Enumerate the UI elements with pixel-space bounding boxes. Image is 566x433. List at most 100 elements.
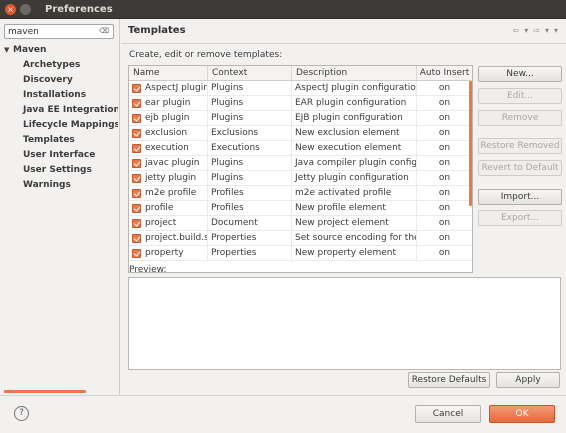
template-name: property xyxy=(145,248,184,258)
template-context: Exclusions xyxy=(208,126,292,140)
checkbox[interactable] xyxy=(132,188,141,198)
cell-name: ear plugin xyxy=(129,96,208,110)
tree-item-user-interface[interactable]: User Interface xyxy=(4,148,118,163)
tree-item-label: User Settings xyxy=(23,165,92,175)
forward-arrow-icon[interactable]: ⇨ xyxy=(533,26,540,35)
tree-item-warnings[interactable]: Warnings xyxy=(4,178,118,193)
back-menu-icon[interactable]: ▾ xyxy=(524,26,528,35)
table-scrollbar[interactable] xyxy=(469,81,472,206)
back-arrow-icon[interactable]: ⇦ xyxy=(513,26,520,35)
table-row[interactable]: javac plugin Plugins Java compiler plugin … xyxy=(129,156,472,171)
dialog-button-bar: ? Cancel OK xyxy=(0,395,566,433)
template-auto-insert: on xyxy=(438,128,451,138)
template-description: Java compiler plugin configuration xyxy=(292,156,417,170)
table-row[interactable]: profile Profiles New profile element on xyxy=(129,201,472,216)
window-close-button[interactable]: × xyxy=(5,4,16,15)
column-header-description[interactable]: Description xyxy=(292,66,417,80)
checkbox[interactable] xyxy=(132,218,141,228)
ok-button[interactable]: OK xyxy=(489,405,555,423)
table-row[interactable]: property Properties New property element on xyxy=(129,246,472,261)
import-button[interactable]: Import... xyxy=(478,189,562,205)
table-row[interactable]: ejb plugin Plugins EJB plugin configuratio… xyxy=(129,111,472,126)
help-icon[interactable]: ? xyxy=(14,406,29,421)
checkbox[interactable] xyxy=(132,98,141,108)
tree-item-installations[interactable]: Installations xyxy=(4,88,118,103)
template-description: New execution element xyxy=(292,141,417,155)
tree-item-templates[interactable]: Templates xyxy=(4,133,118,148)
template-name: AspectJ plugin xyxy=(145,83,208,93)
checkbox[interactable] xyxy=(132,203,141,213)
tree-item-lifecycle-mappings[interactable]: Lifecycle Mappings xyxy=(4,118,118,133)
templates-page: Templates ⇦ ▾ ⇨ ▾ ▾ Create, edit or remo… xyxy=(121,19,566,395)
cell-name: javac plugin xyxy=(129,156,208,170)
checkbox[interactable] xyxy=(132,128,141,138)
template-context: Executions xyxy=(208,141,292,155)
export-button[interactable]: Export... xyxy=(478,210,562,226)
template-context: Plugins xyxy=(208,111,292,125)
cell-name: profile xyxy=(129,201,208,215)
preview-area[interactable] xyxy=(128,277,561,370)
template-description: New property element xyxy=(292,246,417,260)
column-header-auto-insert[interactable]: Auto Insert xyxy=(417,66,472,80)
tree-item-maven[interactable]: ▼ Maven xyxy=(4,43,118,58)
template-auto-insert: on xyxy=(438,113,451,123)
template-context: Plugins xyxy=(208,96,292,110)
new-button[interactable]: New... xyxy=(478,66,562,82)
checkbox[interactable] xyxy=(132,248,141,258)
template-description: EAR plugin configuration xyxy=(292,96,417,110)
revert-to-default-button[interactable]: Revert to Default xyxy=(478,160,562,176)
table-row[interactable]: project Document New project element on xyxy=(129,216,472,231)
template-context: Profiles xyxy=(208,201,292,215)
template-context: Plugins xyxy=(208,171,292,185)
edit-button[interactable]: Edit... xyxy=(478,88,562,104)
cell-name: project.build.s xyxy=(129,231,208,245)
table-row[interactable]: AspectJ plugin Plugins AspectJ plugin conf… xyxy=(129,81,472,96)
template-name: ear plugin xyxy=(145,98,191,108)
remove-button[interactable]: Remove xyxy=(478,110,562,126)
cell-name: execution xyxy=(129,141,208,155)
apply-button[interactable]: Apply xyxy=(496,372,560,388)
column-header-context[interactable]: Context xyxy=(208,66,292,80)
table-row[interactable]: jetty plugin Plugins Jetty plugin configur… xyxy=(129,171,472,186)
table-row[interactable]: execution Executions New execution element… xyxy=(129,141,472,156)
checkbox[interactable] xyxy=(132,143,141,153)
table-row[interactable]: project.build.s Properties Set source enco… xyxy=(129,231,472,246)
table-row[interactable]: ear plugin Plugins EAR plugin configuratio… xyxy=(129,96,472,111)
template-description: Set source encoding for the xyxy=(292,231,417,245)
filter-input[interactable] xyxy=(5,25,95,38)
template-auto-insert: on xyxy=(438,248,451,258)
restore-defaults-button[interactable]: Restore Defaults xyxy=(408,372,490,388)
tree-item-user-settings[interactable]: User Settings xyxy=(4,163,118,178)
cell-name: ejb plugin xyxy=(129,111,208,125)
checkbox[interactable] xyxy=(132,233,141,243)
template-context: Profiles xyxy=(208,186,292,200)
checkbox[interactable] xyxy=(132,83,141,93)
forward-menu-icon[interactable]: ▾ xyxy=(545,26,549,35)
tree-item-discovery[interactable]: Discovery xyxy=(4,73,118,88)
cell-name: exclusion xyxy=(129,126,208,140)
window-minimize-button[interactable] xyxy=(20,4,31,15)
tree-item-label: Maven xyxy=(13,45,47,55)
sidebar-scrollbar[interactable] xyxy=(4,390,86,393)
column-header-name[interactable]: Name xyxy=(129,66,208,80)
restore-removed-button[interactable]: Restore Removed xyxy=(478,138,562,154)
template-name: exclusion xyxy=(145,128,188,138)
checkbox[interactable] xyxy=(132,173,141,183)
title-divider xyxy=(121,43,566,44)
template-context: Properties xyxy=(208,231,292,245)
cancel-button[interactable]: Cancel xyxy=(415,405,481,423)
table-row[interactable]: m2e profile Profiles m2e activated profile… xyxy=(129,186,472,201)
page-nav-icons: ⇦ ▾ ⇨ ▾ ▾ xyxy=(513,26,558,35)
tree-item-archetypes[interactable]: Archetypes xyxy=(4,58,118,73)
checkbox[interactable] xyxy=(132,158,141,168)
templates-table: Name Context Description Auto Insert Asp… xyxy=(128,65,473,273)
tree-item-java-ee-integration[interactable]: Java EE Integration xyxy=(4,103,118,118)
table-row[interactable]: exclusion Exclusions New exclusion element… xyxy=(129,126,472,141)
tree-item-label: Templates xyxy=(23,135,75,145)
checkbox[interactable] xyxy=(132,113,141,123)
template-auto-insert: on xyxy=(438,203,451,213)
template-auto-insert: on xyxy=(438,188,451,198)
expand-arrow-icon[interactable]: ▼ xyxy=(4,43,13,58)
view-menu-icon[interactable]: ▾ xyxy=(554,26,558,35)
clear-filter-icon[interactable]: ⌫ xyxy=(98,26,110,37)
